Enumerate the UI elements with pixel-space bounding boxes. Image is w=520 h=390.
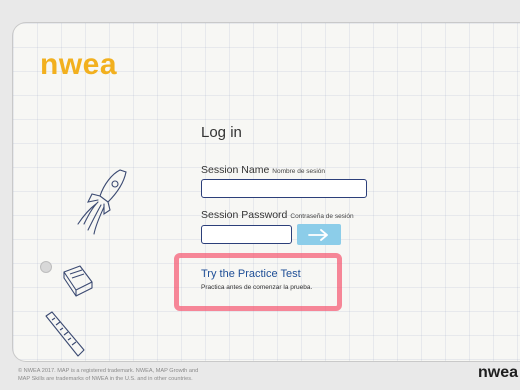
practice-subtext: Practica antes de comenzar la prueba.	[201, 284, 313, 291]
submit-button[interactable]	[297, 224, 341, 245]
login-title: Log in	[201, 124, 242, 141]
session-name-label: Session Name Nombre de sesión	[201, 164, 326, 176]
footer-nwea-logo: nwea	[478, 364, 519, 381]
footer-line-1: © NWEA 2017. MAP is a registered tradema…	[18, 368, 199, 374]
practice-highlight	[174, 253, 342, 311]
ruler-doodle-icon	[45, 311, 85, 357]
session-password-input[interactable]	[201, 225, 292, 244]
session-name-input[interactable]	[201, 179, 367, 198]
practice-test-link[interactable]: Try the Practice Test	[201, 268, 301, 280]
footer-copyright: © NWEA 2017. MAP is a registered tradema…	[18, 367, 198, 383]
decorative-dot	[40, 261, 52, 273]
session-name-sublabel: Nombre de sesión	[272, 168, 326, 175]
session-password-sublabel: Contraseña de sesión	[290, 213, 354, 220]
arrow-right-icon	[308, 228, 328, 241]
session-password-label: Session Password Contraseña de sesión	[201, 209, 354, 221]
footer-line-2: MAP Skills are trademarks of NWEA in the…	[18, 376, 193, 382]
book-doodle-icon	[63, 265, 93, 297]
nwea-logo: nwea	[40, 48, 118, 81]
rocket-doodle-icon	[77, 169, 127, 235]
